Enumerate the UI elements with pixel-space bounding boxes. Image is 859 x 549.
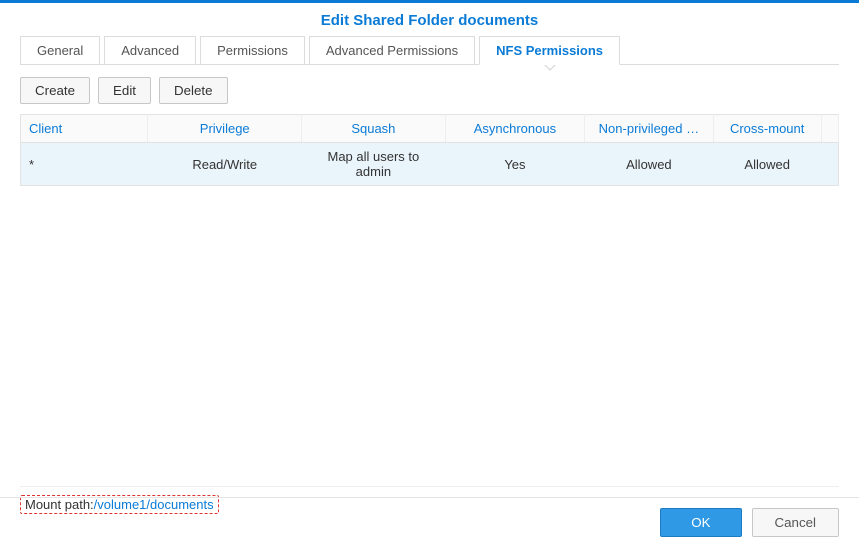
cell-cross: Allowed: [713, 143, 821, 186]
cell-async: Yes: [445, 143, 585, 186]
tab-general[interactable]: General: [20, 36, 100, 65]
ok-button[interactable]: OK: [660, 508, 741, 537]
col-header-asynchronous[interactable]: Asynchronous: [445, 115, 585, 143]
col-header-nonprivileged[interactable]: Non-privileged …: [585, 115, 713, 143]
cell-nonpriv: Allowed: [585, 143, 713, 186]
create-button[interactable]: Create: [20, 77, 90, 104]
col-header-client[interactable]: Client: [21, 115, 148, 143]
cell-client: *: [21, 143, 148, 186]
dialog-footer: OK Cancel: [0, 497, 859, 549]
cell-spacer: [821, 143, 838, 186]
tab-bar: General Advanced Permissions Advanced Pe…: [20, 35, 839, 65]
delete-button[interactable]: Delete: [159, 77, 228, 104]
col-header-crossmount[interactable]: Cross-mount: [713, 115, 821, 143]
col-header-squash[interactable]: Squash: [302, 115, 446, 143]
col-spacer: [821, 115, 838, 143]
table-row[interactable]: * Read/Write Map all users to admin Yes …: [21, 143, 839, 186]
cell-privilege: Read/Write: [148, 143, 302, 186]
edit-button[interactable]: Edit: [98, 77, 151, 104]
tab-advanced[interactable]: Advanced: [104, 36, 196, 65]
cell-squash: Map all users to admin: [302, 143, 446, 186]
dialog-title: Edit Shared Folder documents: [0, 3, 859, 35]
toolbar: Create Edit Delete: [20, 65, 839, 114]
cancel-button[interactable]: Cancel: [752, 508, 840, 537]
tab-nfs-permissions[interactable]: NFS Permissions: [479, 36, 620, 65]
nfs-permissions-table: Client Privilege Squash Asynchronous Non…: [20, 114, 839, 186]
tab-advanced-permissions[interactable]: Advanced Permissions: [309, 36, 475, 65]
col-header-privilege[interactable]: Privilege: [148, 115, 302, 143]
tab-permissions[interactable]: Permissions: [200, 36, 305, 65]
